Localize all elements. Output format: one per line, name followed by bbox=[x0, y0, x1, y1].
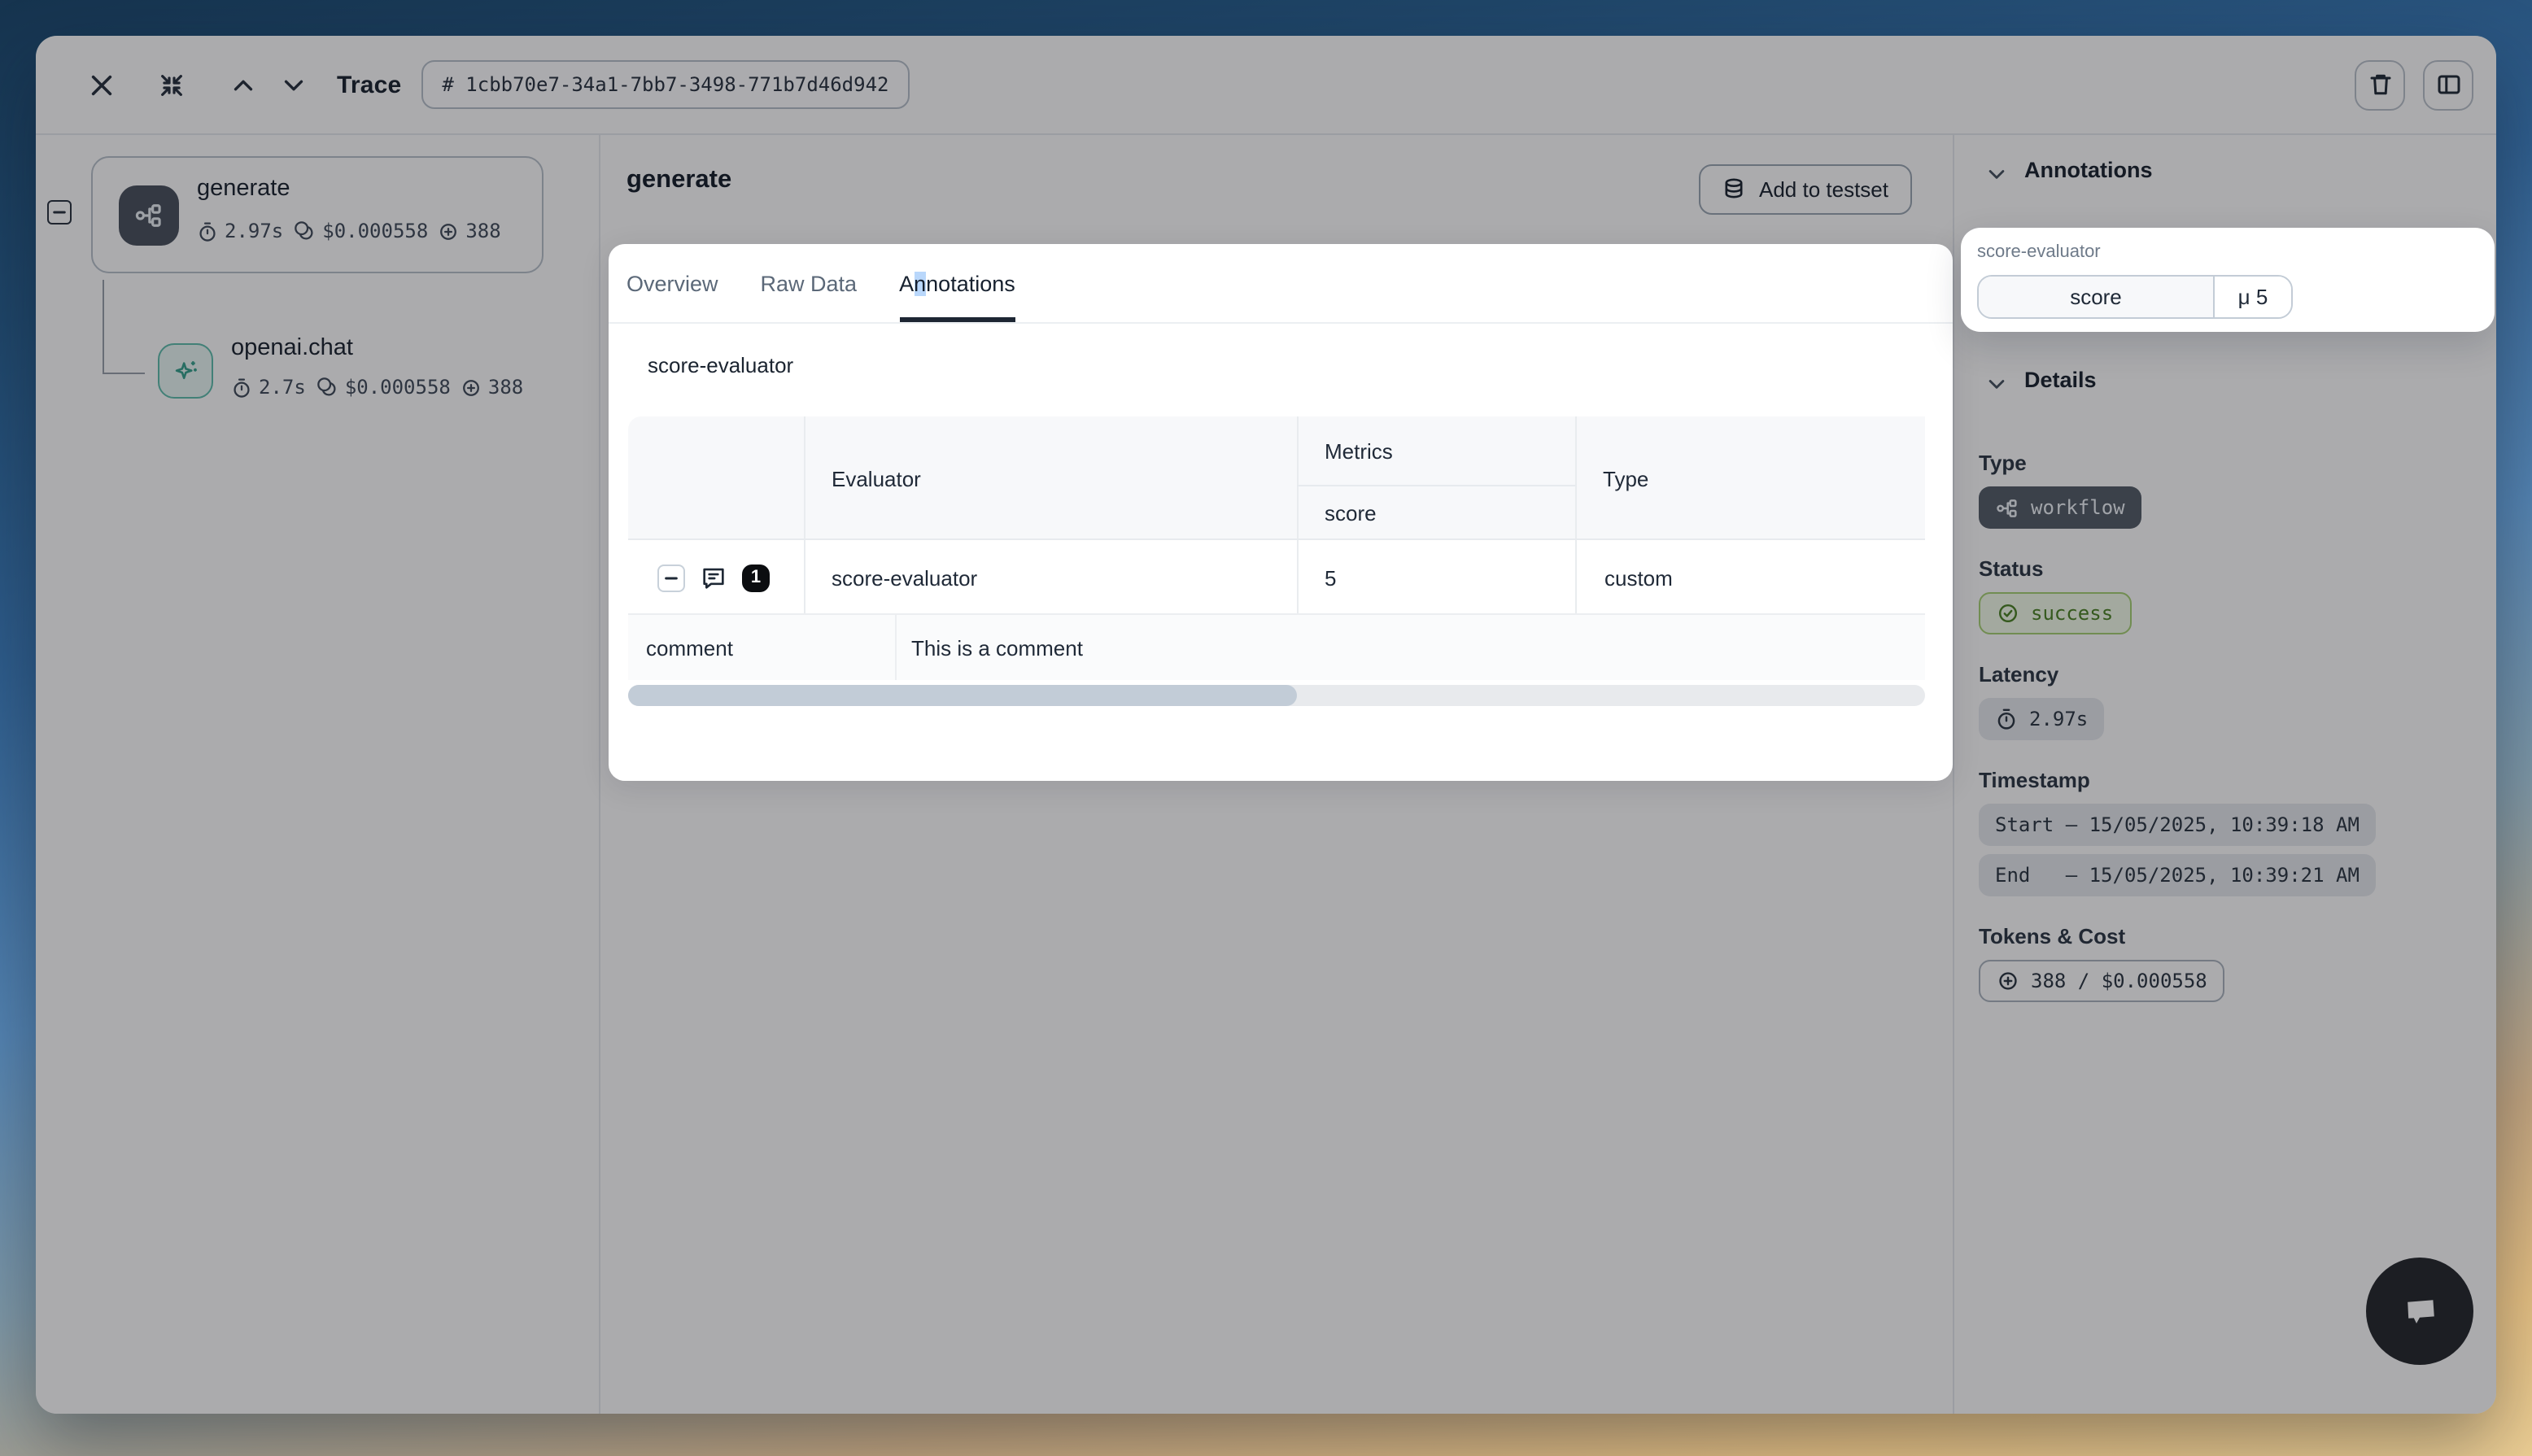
page-title: generate bbox=[626, 166, 731, 195]
plus-circle-icon bbox=[1997, 970, 2019, 992]
close-icon[interactable] bbox=[81, 65, 120, 104]
column-divider bbox=[804, 416, 805, 538]
status-label: Status bbox=[1979, 556, 2043, 581]
annotations-section-header[interactable]: Annotations bbox=[2024, 158, 2153, 182]
annotations-table: Evaluator Metrics score Type bbox=[628, 416, 1925, 709]
database-icon bbox=[1722, 177, 1746, 202]
tree-collapse-toggle[interactable] bbox=[47, 200, 72, 225]
chevron-down-icon[interactable] bbox=[1985, 373, 2008, 395]
chat-bubble-icon bbox=[2392, 1284, 2447, 1339]
chat-support-button[interactable] bbox=[2366, 1258, 2473, 1365]
indeterminate-checkbox[interactable] bbox=[657, 564, 685, 591]
annotations-content-card: Overview Raw Data Annotations score-eval… bbox=[609, 244, 1953, 781]
coins-icon bbox=[293, 220, 316, 242]
chevron-down-icon[interactable] bbox=[1985, 163, 2008, 185]
timestamp-start-badge: Start — 15/05/2025, 10:39:18 AM bbox=[1979, 804, 2376, 846]
coins-icon bbox=[316, 376, 338, 399]
comment-icon[interactable] bbox=[700, 564, 727, 591]
tokens-stat: 388 bbox=[438, 220, 500, 242]
topbar: Trace # 1cbb70e7-34a1-7bb7-3498-771b7d46… bbox=[36, 36, 2496, 135]
topbar-actions bbox=[2355, 59, 2473, 110]
modal-title: Trace bbox=[337, 71, 401, 98]
tab-bar: Overview Raw Data Annotations bbox=[609, 244, 1953, 324]
column-divider bbox=[1297, 540, 1299, 613]
row-controls: 1 bbox=[657, 540, 770, 615]
tokens-cost-badge: 388 / $0.000558 bbox=[1979, 960, 2225, 1002]
scrollbar-thumb[interactable] bbox=[628, 685, 1297, 706]
annotation-evaluator-name: score-evaluator bbox=[1977, 242, 2101, 262]
text-selection-highlight: n bbox=[914, 271, 926, 295]
comment-value: This is a comment bbox=[911, 615, 1083, 680]
timestamp-end-badge: End — 15/05/2025, 10:39:21 AM bbox=[1979, 854, 2376, 896]
span-stats: 2.97s $0.000558 388 bbox=[197, 220, 501, 242]
workflow-icon bbox=[1995, 495, 2019, 520]
plus-circle-icon bbox=[461, 377, 482, 398]
latency-label: Latency bbox=[1979, 662, 2058, 687]
details-sidebar: Annotations score-evaluator score μ 5 De… bbox=[1953, 135, 2496, 1414]
workflow-icon bbox=[119, 185, 179, 246]
column-header-evaluator: Evaluator bbox=[832, 416, 921, 540]
details-section-header[interactable]: Details bbox=[2024, 368, 2097, 392]
check-circle-icon bbox=[1997, 602, 2019, 625]
stopwatch-icon bbox=[231, 377, 252, 398]
cost-stat: $0.000558 bbox=[316, 376, 451, 399]
cost-stat: $0.000558 bbox=[293, 220, 428, 242]
column-header-type: Type bbox=[1603, 416, 1648, 540]
column-divider bbox=[895, 615, 897, 680]
chevron-down-icon[interactable] bbox=[273, 65, 312, 104]
toggle-side-panel-button[interactable] bbox=[2423, 59, 2473, 110]
table-header: Evaluator Metrics score Type bbox=[628, 416, 1925, 540]
tokens-cost-label: Tokens & Cost bbox=[1979, 924, 2125, 948]
collapse-arrows-icon[interactable] bbox=[151, 65, 190, 104]
tokens-stat: 388 bbox=[461, 376, 523, 399]
trace-id-badge[interactable]: # 1cbb70e7-34a1-7bb7-3498-771b7d46d942 bbox=[421, 60, 910, 109]
column-divider bbox=[1575, 540, 1577, 613]
timestamp-label: Timestamp bbox=[1979, 768, 2090, 792]
column-header-metrics: Metrics bbox=[1325, 416, 1393, 485]
latency-value-badge: 2.97s bbox=[1979, 698, 2104, 740]
column-divider bbox=[1575, 416, 1577, 538]
metric-score-pill[interactable]: score μ 5 bbox=[1977, 275, 2293, 319]
column-subheader-score: score bbox=[1325, 485, 1377, 540]
span-node-generate[interactable]: generate 2.97s $0.000558 388 bbox=[91, 156, 544, 273]
comment-count-badge[interactable]: 1 bbox=[742, 564, 770, 591]
status-badge: success bbox=[1979, 592, 2131, 634]
cell-evaluator: score-evaluator bbox=[832, 540, 977, 615]
type-value-badge: workflow bbox=[1979, 486, 2141, 529]
span-name: generate bbox=[197, 176, 290, 202]
trash-icon bbox=[2367, 72, 2393, 98]
sidebar-divider bbox=[599, 135, 600, 1414]
span-stats: 2.7s $0.000558 388 bbox=[231, 376, 523, 399]
horizontal-scrollbar[interactable] bbox=[628, 685, 1925, 706]
chevron-up-icon[interactable] bbox=[223, 65, 262, 104]
span-name[interactable]: openai.chat bbox=[231, 335, 353, 361]
comment-label: comment bbox=[646, 615, 733, 680]
metric-mean-value: μ 5 bbox=[2215, 277, 2291, 317]
llm-sparkles-icon[interactable] bbox=[158, 343, 213, 399]
metric-name: score bbox=[1979, 277, 2215, 317]
add-to-testset-button[interactable]: Add to testset bbox=[1699, 164, 1911, 215]
tab-overview[interactable]: Overview bbox=[626, 244, 718, 322]
annotation-summary-card: score-evaluator score μ 5 bbox=[1961, 228, 2495, 332]
page-background: Trace # 1cbb70e7-34a1-7bb7-3498-771b7d46… bbox=[0, 0, 2532, 1456]
column-divider bbox=[804, 540, 805, 613]
tab-raw-data[interactable]: Raw Data bbox=[761, 244, 858, 322]
cell-score: 5 bbox=[1325, 540, 1336, 615]
type-label: Type bbox=[1979, 451, 2027, 475]
tab-annotations[interactable]: Annotations bbox=[899, 244, 1015, 322]
cell-type: custom bbox=[1604, 540, 1673, 615]
tree-connector-line bbox=[103, 280, 145, 374]
stopwatch-icon bbox=[197, 220, 218, 242]
stopwatch-icon bbox=[1995, 708, 2018, 730]
table-row[interactable]: 1 score-evaluator 5 custom bbox=[628, 540, 1925, 615]
trace-modal: Trace # 1cbb70e7-34a1-7bb7-3498-771b7d46… bbox=[36, 36, 2496, 1414]
latency-stat: 2.7s bbox=[231, 376, 306, 399]
evaluator-section-title: score-evaluator bbox=[648, 353, 793, 377]
latency-stat: 2.97s bbox=[197, 220, 283, 242]
column-divider bbox=[1297, 416, 1299, 538]
plus-circle-icon bbox=[438, 220, 459, 242]
delete-trace-button[interactable] bbox=[2355, 59, 2405, 110]
comment-row: comment This is a comment bbox=[628, 615, 1925, 680]
panel-layout-icon bbox=[2435, 72, 2461, 98]
